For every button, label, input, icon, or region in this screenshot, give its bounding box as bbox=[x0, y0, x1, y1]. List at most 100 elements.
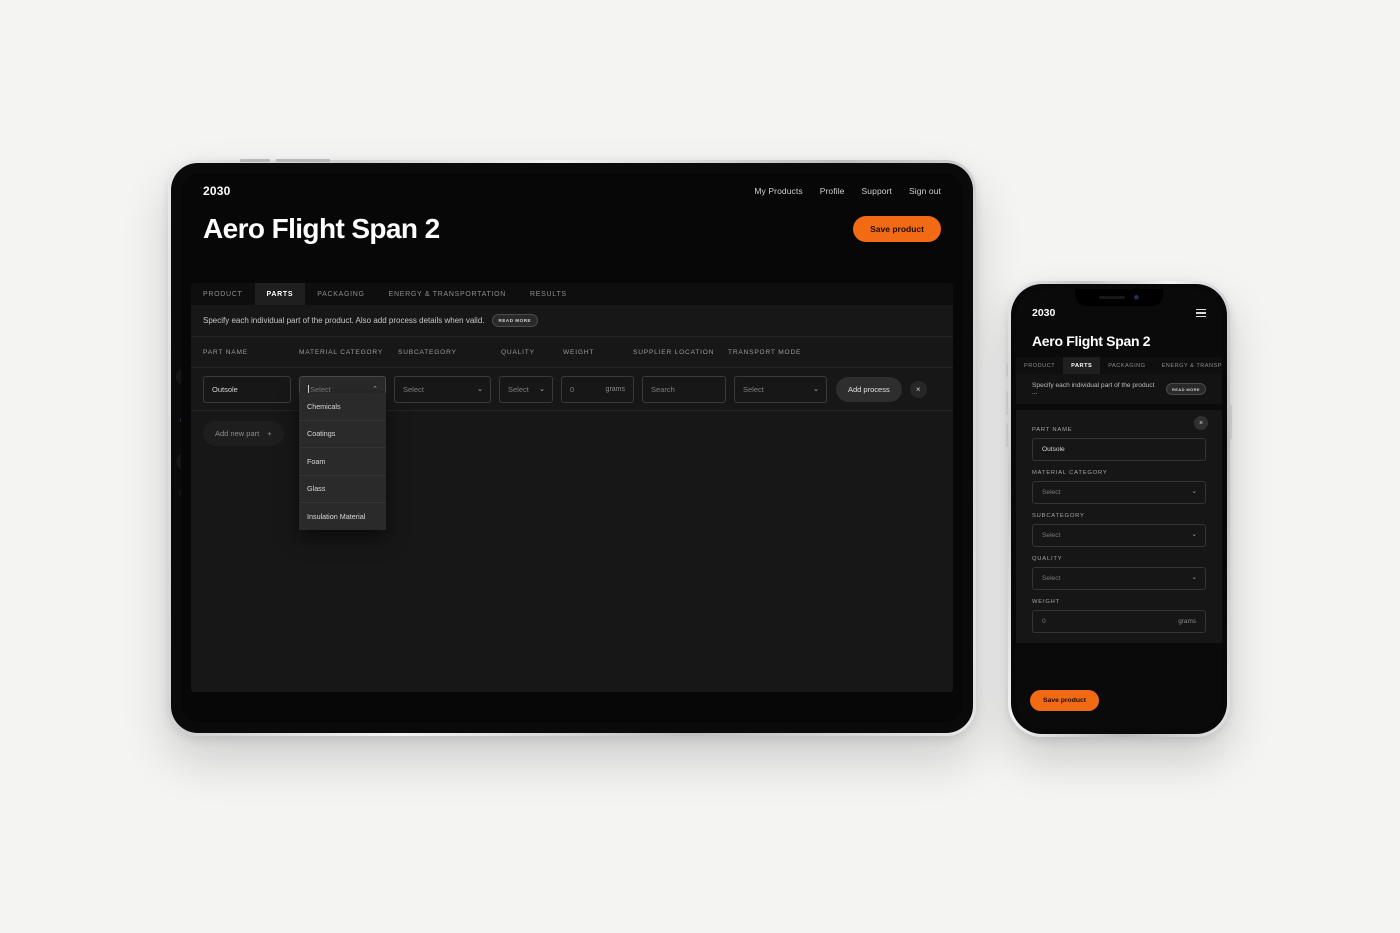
chevron-down-icon: ⌄ bbox=[1191, 488, 1197, 496]
phone-volume-down-button[interactable] bbox=[1006, 423, 1008, 447]
column-weight: WEIGHT bbox=[563, 348, 595, 356]
brand-logo-text: 2030 bbox=[203, 184, 231, 198]
mobile-weight-input[interactable]: 0 grams bbox=[1032, 610, 1206, 633]
nav-sign-out[interactable]: Sign out bbox=[909, 186, 941, 196]
chevron-down-icon-quality: ⌄ bbox=[1191, 574, 1197, 582]
tablet-device: 2030 My Products Profile Support Sign ou… bbox=[168, 159, 976, 736]
parts-table-header: PART NAME MATERIAL CATEGORY SUBCATEGORY … bbox=[191, 337, 953, 368]
weight-unit: grams bbox=[605, 385, 625, 393]
transport-mode-select[interactable]: Select ⌄ bbox=[734, 375, 827, 403]
mobile-remove-part-button[interactable]: × bbox=[1194, 416, 1208, 430]
plus-icon: + bbox=[267, 429, 272, 438]
phone-volume-up-button[interactable] bbox=[1006, 391, 1008, 415]
phone-speaker-icon bbox=[1099, 296, 1125, 299]
mobile-label-quality: QUALITY bbox=[1032, 556, 1063, 562]
material-category-dropdown[interactable]: Chemicals Coatings Foam Glass Insulation… bbox=[299, 393, 386, 530]
chevron-down-icon-sub: ⌄ bbox=[1191, 531, 1197, 539]
dropdown-option-insulation-material[interactable]: Insulation Material bbox=[299, 503, 386, 530]
quality-select[interactable]: Select ⌄ bbox=[499, 375, 553, 403]
chevron-up-icon: ⌃ bbox=[372, 385, 378, 393]
tablet-bezel: 2030 My Products Profile Support Sign ou… bbox=[171, 163, 973, 733]
mobile-section-tabs: PRODUCT PARTS PACKAGING ENERGY & TRANSPO… bbox=[1016, 357, 1222, 374]
subcategory-value: Select bbox=[403, 384, 424, 394]
mobile-tab-parts[interactable]: PARTS bbox=[1063, 357, 1101, 374]
dropdown-option-coatings[interactable]: Coatings bbox=[299, 421, 386, 448]
column-quality: QUALITY bbox=[501, 348, 535, 356]
mobile-save-product-button[interactable]: Save product bbox=[1030, 690, 1100, 711]
transport-mode-value: Select bbox=[743, 384, 764, 394]
top-navigation: My Products Profile Support Sign out bbox=[754, 186, 941, 196]
mobile-quality-select[interactable]: Select ⌄ bbox=[1032, 567, 1206, 590]
chevron-down-icon-quality: ⌄ bbox=[539, 385, 545, 393]
dropdown-option-glass[interactable]: Glass bbox=[299, 476, 386, 503]
mobile-part-name-value: Outsole bbox=[1042, 446, 1065, 453]
part-name-value: Outsole bbox=[212, 384, 238, 394]
app-root: 2030 My Products Profile Support Sign ou… bbox=[181, 173, 963, 723]
part-name-input[interactable]: Outsole bbox=[203, 375, 291, 403]
phone-camera-icon bbox=[1134, 295, 1139, 300]
supplier-location-placeholder: Search bbox=[651, 384, 675, 394]
weight-input[interactable]: 0 grams bbox=[561, 375, 634, 403]
mobile-tab-energy-transport[interactable]: ENERGY & TRANSPORT bbox=[1154, 357, 1222, 374]
app-topbar: 2030 My Products Profile Support Sign ou… bbox=[181, 173, 963, 209]
nav-support[interactable]: Support bbox=[862, 186, 892, 196]
close-icon: × bbox=[915, 384, 921, 394]
hamburger-icon[interactable] bbox=[1196, 308, 1206, 318]
chevron-down-icon-transport: ⌄ bbox=[813, 385, 819, 393]
mobile-label-weight: WEIGHT bbox=[1032, 599, 1060, 605]
dropdown-option-chemicals[interactable]: Chemicals bbox=[299, 393, 386, 421]
mobile-brand-logo[interactable]: 2030 bbox=[1032, 307, 1055, 319]
mobile-tab-product[interactable]: PRODUCT bbox=[1016, 357, 1063, 374]
phone-mute-switch[interactable] bbox=[1006, 363, 1008, 377]
section-tabs: PRODUCT PARTS PACKAGING ENERGY & TRANSPO… bbox=[191, 283, 953, 305]
add-process-button[interactable]: Add process bbox=[836, 376, 902, 402]
mobile-notice-text: Specify each individual part of the prod… bbox=[1032, 382, 1155, 396]
tab-energy-transportation[interactable]: ENERGY & TRANSPORTATION bbox=[377, 283, 518, 305]
add-new-part-label: Add new part bbox=[215, 429, 260, 438]
mobile-read-more-button[interactable]: READ MORE bbox=[1165, 383, 1206, 395]
mobile-section-notice: Specify each individual part of the prod… bbox=[1016, 374, 1222, 404]
mobile-tab-packaging[interactable]: PACKAGING bbox=[1100, 357, 1153, 374]
mobile-material-category-select[interactable]: Select ⌄ bbox=[1032, 481, 1206, 504]
tablet-top-button-1[interactable] bbox=[240, 159, 270, 162]
mobile-subcategory-select[interactable]: Select ⌄ bbox=[1032, 524, 1206, 547]
read-more-button[interactable]: READ MORE bbox=[491, 314, 539, 327]
supplier-location-search[interactable]: Search bbox=[642, 375, 726, 403]
mockup-stage: 2030 My Products Profile Support Sign ou… bbox=[0, 0, 1400, 933]
brand-logo[interactable]: 2030 bbox=[203, 184, 231, 198]
mobile-label-subcategory: SUBCATEGORY bbox=[1032, 513, 1085, 519]
tab-product[interactable]: PRODUCT bbox=[191, 283, 255, 305]
phone-screen: 2030 Aero Flight Span 2 PRODUCT PARTS PA… bbox=[1016, 289, 1222, 729]
nav-my-products[interactable]: My Products bbox=[754, 186, 802, 196]
subcategory-select[interactable]: Select ⌄ bbox=[394, 375, 491, 403]
tab-results[interactable]: RESULTS bbox=[518, 283, 579, 305]
notice-text: Specify each individual part of the prod… bbox=[203, 316, 485, 325]
mobile-part-name-input[interactable]: Outsole bbox=[1032, 438, 1206, 461]
mobile-quality-value: Select bbox=[1042, 575, 1061, 582]
mobile-app-root: 2030 Aero Flight Span 2 PRODUCT PARTS PA… bbox=[1016, 289, 1222, 729]
add-new-part-button[interactable]: Add new part + bbox=[203, 421, 284, 446]
chevron-down-icon: ⌄ bbox=[477, 385, 483, 393]
mobile-weight-unit: grams bbox=[1178, 618, 1196, 625]
app-header: Aero Flight Span 2 Save product bbox=[181, 209, 963, 245]
phone-power-button[interactable] bbox=[1230, 405, 1232, 439]
mobile-weight-value: 0 bbox=[1042, 618, 1046, 625]
column-part-name: PART NAME bbox=[203, 348, 248, 356]
tablet-top-button-2[interactable] bbox=[276, 159, 330, 162]
column-transport-mode: TRANSPORT MODE bbox=[728, 348, 802, 356]
remove-part-button[interactable]: × bbox=[909, 380, 927, 398]
mobile-material-category-value: Select bbox=[1042, 489, 1061, 496]
tab-packaging[interactable]: PACKAGING bbox=[305, 283, 376, 305]
nav-profile[interactable]: Profile bbox=[820, 186, 845, 196]
tab-parts[interactable]: PARTS bbox=[254, 283, 306, 305]
section-notice: Specify each individual part of the prod… bbox=[191, 305, 953, 337]
mobile-label-part-name: PART NAME bbox=[1032, 427, 1073, 433]
column-material-category: MATERIAL CATEGORY bbox=[299, 348, 384, 356]
mobile-subcategory-value: Select bbox=[1042, 532, 1061, 539]
dropdown-option-foam[interactable]: Foam bbox=[299, 448, 386, 476]
mobile-page-title: Aero Flight Span 2 bbox=[1032, 333, 1151, 349]
parts-panel: PRODUCT PARTS PACKAGING ENERGY & TRANSPO… bbox=[191, 283, 953, 692]
close-icon: × bbox=[1198, 419, 1204, 427]
save-product-button[interactable]: Save product bbox=[853, 216, 941, 242]
phone-device: 2030 Aero Flight Span 2 PRODUCT PARTS PA… bbox=[1006, 281, 1232, 737]
